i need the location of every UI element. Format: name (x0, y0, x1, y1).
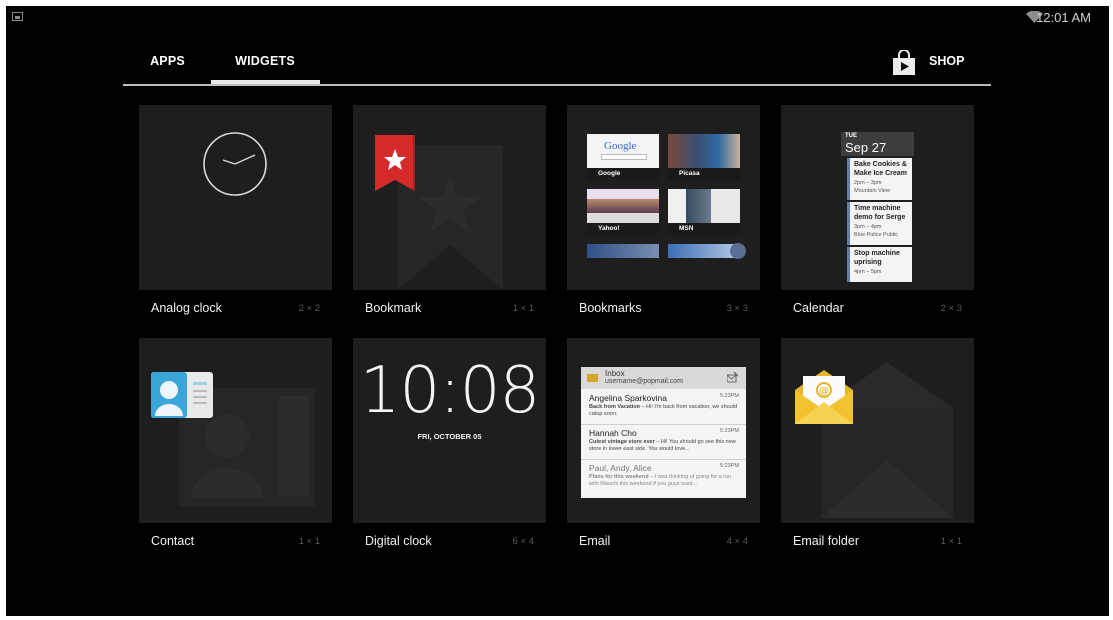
email-subject: Cutest vintage store ever (589, 439, 655, 445)
email-envelope-icon: @ (795, 370, 853, 424)
widget-size: 4 × 4 (726, 536, 748, 547)
widget-name: Email (579, 534, 611, 548)
widget-email[interactable]: Inbox username@popmail.com Angelina Spar… (567, 338, 760, 554)
calendar-date-header: TUE Sep 27 (841, 132, 914, 156)
digital-clock-time: 10:08 (359, 354, 540, 428)
event-location: Blue Police Public (854, 232, 899, 238)
bookmark-thumbnail: Yahoo! (587, 189, 659, 235)
widget-size: 3 × 3 (726, 303, 748, 314)
email-inbox-header: Inbox username@popmail.com (581, 367, 746, 389)
bookmark-thumbnail-partial (587, 244, 659, 258)
bookmark-label: Picasa (668, 168, 740, 180)
email-snippet: Back from Vacation – Hi! I'm back from v… (589, 404, 739, 418)
event-time: 2pm – 3pm (854, 180, 882, 186)
bookmark-label: Yahoo! (587, 223, 659, 235)
compose-icon (727, 372, 738, 383)
widget-size: 2 × 3 (940, 303, 962, 314)
email-time: 5:23PM (720, 428, 739, 434)
widget-size: 1 × 1 (512, 303, 534, 314)
email-subject: Back from Vacation (589, 404, 641, 410)
widget-bookmark[interactable]: Bookmark 1 × 1 (353, 105, 546, 321)
calendar-event: Stop machine uprising 4pm – 5pm (847, 247, 912, 282)
widget-email-folder[interactable]: @ Email folder 1 × 1 (781, 338, 974, 554)
bookmark-label: Google (587, 168, 659, 180)
email-time: 5:23PM (720, 463, 739, 469)
play-store-bag-icon (893, 50, 915, 75)
contact-card-icon (151, 372, 213, 418)
bookmark-preview (353, 105, 546, 290)
widget-size: 2 × 2 (298, 303, 320, 314)
account-label: username@popmail.com (605, 378, 683, 385)
event-title: Stop machine uprising (854, 250, 900, 266)
bookmark-thumbnail: Google Google (587, 134, 659, 180)
email-subject: Plans for this weekend (589, 474, 649, 480)
bookmark-ghost-icon (398, 145, 503, 290)
tab-widgets[interactable]: WIDGETS (211, 54, 319, 76)
calendar-event: Time machine demo for Serge 3pm – 4pm Bl… (847, 202, 912, 245)
event-title: Bake Cookies & Make Ice Cream (854, 161, 907, 177)
widget-name: Calendar (793, 301, 844, 315)
tab-apps[interactable]: APPS (140, 54, 195, 76)
widget-analog-clock[interactable]: Analog clock 2 × 2 (139, 105, 332, 321)
widget-digital-clock[interactable]: 10:08 FRI, OCTOBER 05 Digital clock 6 × … (353, 338, 546, 554)
home-screen-widget-picker: 12:01 AM APPS WIDGETS SHOP Analog clock … (6, 6, 1109, 616)
email-time: 5:23PM (720, 393, 739, 399)
bookmark-label: MSN (668, 223, 740, 235)
calendar-preview: TUE Sep 27 Bake Cookies & Make Ice Cream… (781, 105, 974, 290)
widget-name: Email folder (793, 534, 859, 548)
digital-clock-date: FRI, OCTOBER 05 (417, 432, 482, 441)
contact-ghost-icon (179, 388, 315, 506)
event-title: Time machine demo for Serge (854, 205, 906, 221)
shop-label: SHOP (929, 54, 965, 68)
email-snippet: Plans for this weekend – I was thinking … (589, 474, 739, 488)
event-time: 4pm – 5pm (854, 269, 882, 275)
bookmark-thumbnail: Picasa (668, 134, 740, 180)
email-folder-preview: @ (781, 338, 974, 523)
analog-clock-icon (203, 132, 267, 196)
widget-name: Contact (151, 534, 195, 548)
widget-name: Digital clock (365, 534, 432, 548)
screenshot-notification-icon (12, 12, 23, 21)
bookmark-thumbnail: MSN (668, 189, 740, 235)
bookmarks-preview: Google Google Picasa Yahoo! MSN (567, 105, 760, 290)
email-preview: Inbox username@popmail.com Angelina Spar… (567, 338, 760, 523)
widget-calendar[interactable]: TUE Sep 27 Bake Cookies & Make Ice Cream… (781, 105, 974, 321)
widget-size: 6 × 4 (512, 536, 534, 547)
widget-bookmarks[interactable]: Google Google Picasa Yahoo! MSN Bookmark… (567, 105, 760, 321)
event-location: Mountain View (854, 188, 890, 194)
calendar-date: Sep 27 (845, 140, 887, 155)
analog-clock-preview (139, 105, 332, 290)
widget-name: Bookmark (365, 301, 422, 315)
email-list-item: Hannah Cho 5:23PM Cutest vintage store e… (581, 425, 746, 460)
widget-size: 1 × 1 (940, 536, 962, 547)
email-inbox-card: Inbox username@popmail.com Angelina Spar… (581, 367, 746, 498)
widget-name: Analog clock (151, 301, 222, 315)
email-list-item: Angelina Sparkovina 5:23PM Back from Vac… (581, 390, 746, 425)
email-sender: Paul, Andy, Alice (589, 463, 652, 473)
email-sender: Angelina Sparkovina (589, 393, 667, 403)
status-clock: 12:01 AM (1036, 10, 1091, 25)
scroll-indicator-icon (730, 243, 746, 259)
widget-contact[interactable]: Contact 1 × 1 (139, 338, 332, 554)
digital-clock-preview: 10:08 FRI, OCTOBER 05 (353, 338, 546, 523)
email-sender: Hannah Cho (589, 428, 637, 438)
svg-text:@: @ (819, 386, 829, 397)
email-folder-ghost-icon (821, 362, 953, 518)
google-logo: Google (604, 140, 637, 152)
tab-divider (123, 84, 991, 86)
email-list-item: Paul, Andy, Alice 5:23PM Plans for this … (581, 460, 746, 494)
calendar-day-of-week: TUE (845, 133, 857, 139)
mail-folder-icon (587, 374, 598, 382)
widget-size: 1 × 1 (298, 536, 320, 547)
inbox-label: Inbox (605, 369, 625, 378)
bookmark-ribbon-icon (375, 135, 415, 191)
contact-preview (139, 338, 332, 523)
email-snippet: Cutest vintage store ever – Hi! You shou… (589, 439, 739, 453)
calendar-event: Bake Cookies & Make Ice Cream 2pm – 3pm … (847, 158, 912, 200)
widget-name: Bookmarks (579, 301, 642, 315)
event-time: 3pm – 4pm (854, 224, 882, 230)
